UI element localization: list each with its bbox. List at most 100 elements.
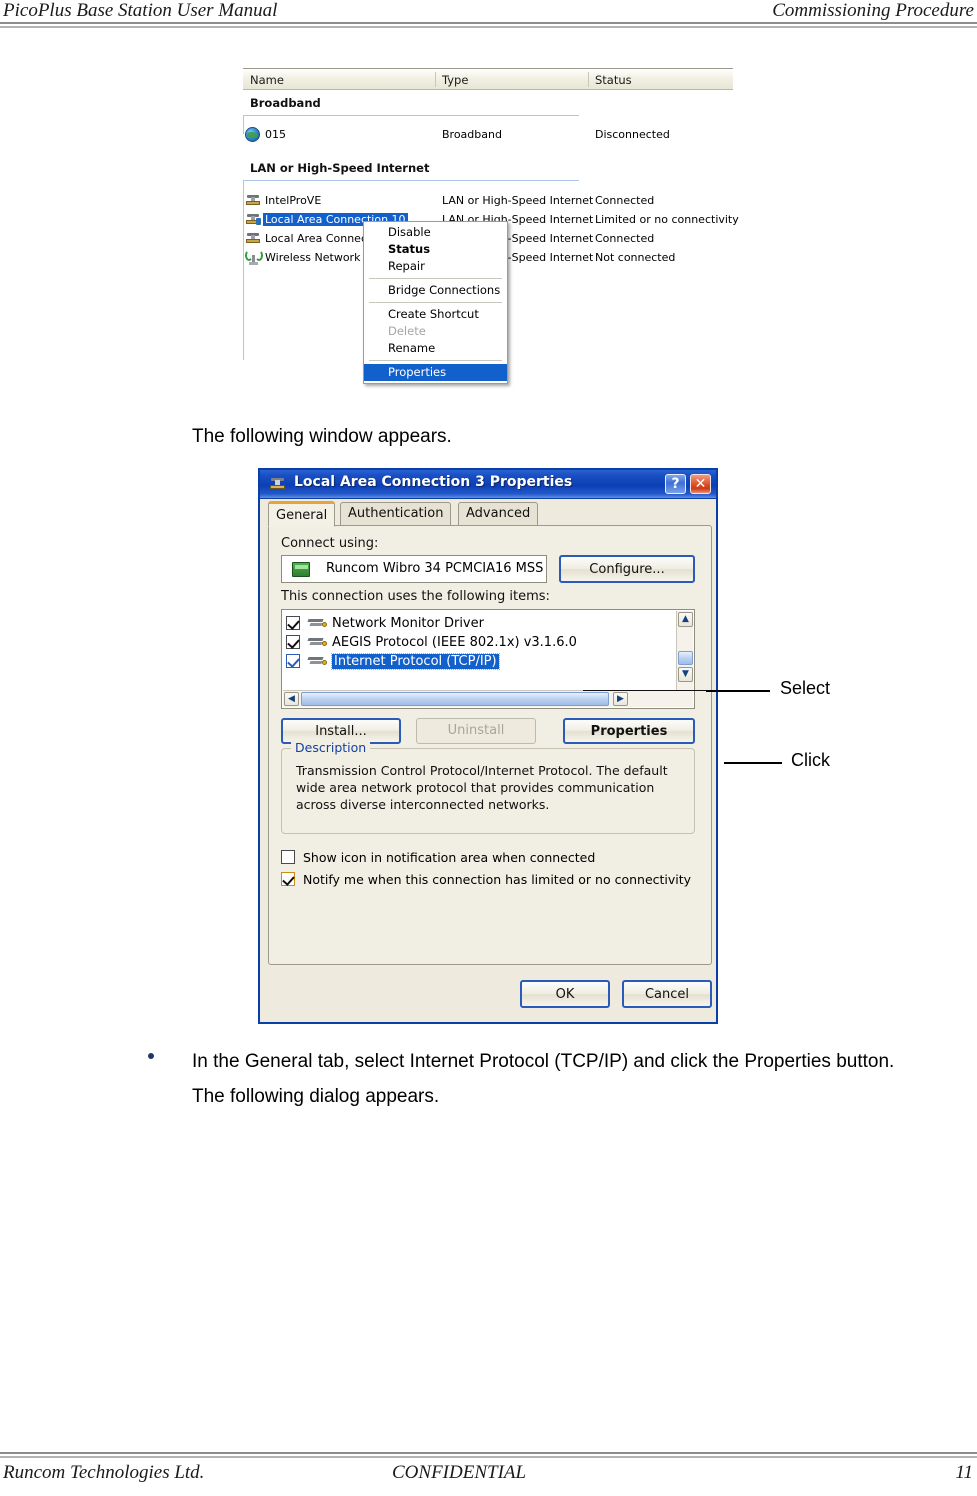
- header-rule: [0, 22, 977, 28]
- connect-using-label: Connect using:: [281, 536, 379, 551]
- dialog-button-row: OK Cancel: [268, 980, 712, 1014]
- connections-column-header: Name Type Status: [243, 68, 733, 90]
- connection-name: IntelProVE: [265, 194, 322, 207]
- menu-item-properties[interactable]: Properties: [364, 364, 507, 381]
- ok-button[interactable]: OK: [520, 980, 610, 1008]
- footer-company: Runcom Technologies Ltd.: [3, 1462, 205, 1483]
- checkbox-aegis-protocol[interactable]: [286, 635, 300, 649]
- lan-properties-dialog: Local Area Connection 3 Properties ? ✕ G…: [258, 468, 718, 1024]
- description-line-3: across diverse interconnected networks.: [296, 797, 550, 812]
- dialog-title-bar[interactable]: Local Area Connection 3 Properties ? ✕: [260, 470, 716, 499]
- scroll-right-icon[interactable]: ▶: [613, 692, 628, 706]
- checkbox-network-monitor-driver[interactable]: [286, 616, 300, 630]
- connection-status: Not connected: [595, 251, 676, 264]
- checkbox-show-icon-in-notification-area[interactable]: [281, 850, 295, 864]
- adapter-field: Runcom Wibro 34 PCMCIA16 MSS: [281, 555, 547, 583]
- description-groupbox: Description Transmission Control Protoco…: [281, 740, 695, 834]
- column-header-type[interactable]: Type: [442, 73, 468, 87]
- running-header: PicoPlus Base Station User Manual Commis…: [0, 0, 977, 24]
- properties-button[interactable]: Properties: [563, 718, 695, 744]
- connection-type: Broadband: [442, 128, 502, 141]
- listbox-horizontal-scrollbar[interactable]: ◀ ▶: [283, 690, 693, 707]
- click-leader-line: [724, 762, 782, 764]
- menu-separator: [369, 302, 502, 303]
- checkbox-notify-limited-connectivity[interactable]: [281, 872, 295, 886]
- menu-item-rename[interactable]: Rename: [364, 340, 507, 357]
- network-adapter-icon: [292, 562, 310, 577]
- list-item-label: Internet Protocol (TCP/IP): [331, 653, 500, 670]
- bullet-line-2: The following dialog appears.: [192, 1086, 440, 1107]
- wireless-icon: [245, 250, 263, 265]
- components-listbox[interactable]: Network Monitor Driver AEGIS Protocol (I…: [281, 609, 695, 709]
- protocol-icon: [307, 636, 328, 648]
- scroll-thumb-horizontal[interactable]: [301, 692, 609, 706]
- menu-item-bridge-connections[interactable]: Bridge Connections: [364, 282, 507, 299]
- uninstall-button: Uninstall: [416, 718, 536, 744]
- bullet-line-1: In the General tab, select Internet Prot…: [192, 1051, 895, 1072]
- adapter-name: Runcom Wibro 34 PCMCIA16 MSS: [326, 561, 544, 576]
- select-pointer-line: [583, 690, 708, 691]
- menu-item-create-shortcut[interactable]: Create Shortcut: [364, 306, 507, 323]
- column-header-name[interactable]: Name: [250, 73, 284, 87]
- scroll-left-icon[interactable]: ◀: [284, 692, 299, 706]
- description-text: Transmission Control Protocol/Internet P…: [296, 762, 684, 813]
- tab-authentication[interactable]: Authentication: [340, 502, 452, 526]
- protocol-icon: [307, 617, 328, 629]
- list-item-label: Network Monitor Driver: [332, 616, 484, 631]
- nic-connected-icon: [245, 213, 261, 227]
- general-tab-panel: Connect using: Runcom Wibro 34 PCMCIA16 …: [268, 525, 712, 965]
- header-right-text: Commissioning Procedure: [772, 0, 974, 21]
- description-line-1: Transmission Control Protocol/Internet P…: [296, 763, 668, 778]
- column-separator: [588, 72, 589, 87]
- scroll-down-icon[interactable]: ▼: [678, 667, 693, 682]
- connection-status: Disconnected: [595, 128, 670, 141]
- annotation-select: Select: [780, 678, 831, 698]
- globe-icon: [245, 127, 260, 142]
- items-label: This connection uses the following items…: [281, 589, 550, 604]
- menu-separator: [369, 278, 502, 279]
- close-icon[interactable]: ✕: [690, 474, 711, 494]
- list-item-selected[interactable]: Internet Protocol (TCP/IP): [286, 652, 656, 671]
- description-line-2: wide area network protocol that provides…: [296, 780, 655, 795]
- listbox-vertical-scrollbar[interactable]: ▲ ▼: [676, 611, 693, 690]
- connection-name: 015: [265, 128, 286, 141]
- list-item[interactable]: AEGIS Protocol (IEEE 802.1x) v3.1.6.0: [286, 633, 656, 652]
- configure-button[interactable]: Configure...: [559, 555, 695, 583]
- cancel-button[interactable]: Cancel: [622, 980, 712, 1008]
- group-divider: [243, 180, 579, 181]
- table-row[interactable]: IntelProVE LAN or High-Speed Internet Co…: [243, 192, 733, 210]
- menu-item-delete: Delete: [388, 324, 426, 338]
- group-divider: [243, 115, 579, 116]
- connection-status: Connected: [595, 232, 655, 245]
- running-footer: Runcom Technologies Ltd. CONFIDENTIAL 11: [0, 1462, 977, 1488]
- caption-following-window: The following window appears.: [192, 426, 452, 447]
- dialog-title: Local Area Connection 3 Properties: [294, 474, 573, 490]
- nic-icon: [245, 232, 261, 246]
- footer-classification: CONFIDENTIAL: [392, 1462, 527, 1483]
- tab-advanced[interactable]: Advanced: [458, 502, 539, 526]
- table-row[interactable]: 015 Broadband Disconnected: [243, 126, 733, 144]
- tab-general[interactable]: General: [268, 501, 336, 527]
- column-separator: [435, 72, 436, 87]
- connection-type: LAN or High-Speed Internet: [442, 194, 594, 207]
- bullet-icon: [148, 1053, 154, 1059]
- menu-item-status[interactable]: Status: [364, 241, 507, 258]
- menu-item-disable[interactable]: Disable: [364, 224, 507, 241]
- help-button[interactable]: ?: [665, 474, 686, 494]
- select-leader-line: [706, 690, 770, 692]
- manual-page: PicoPlus Base Station User Manual Commis…: [0, 0, 977, 1496]
- context-menu[interactable]: Disable Status Repair Bridge Connections…: [363, 221, 508, 384]
- show-icon-option-label: Show icon in notification area when conn…: [303, 850, 596, 865]
- checkbox-internet-protocol-tcpip[interactable]: [286, 654, 300, 668]
- header-left-text: PicoPlus Base Station User Manual: [3, 0, 278, 21]
- scroll-thumb-vertical[interactable]: [678, 651, 693, 665]
- group-header-lan: LAN or High-Speed Internet: [250, 161, 430, 175]
- menu-item-repair[interactable]: Repair: [364, 258, 507, 275]
- menu-separator: [369, 360, 502, 361]
- column-header-status[interactable]: Status: [595, 73, 632, 87]
- nic-icon: [245, 194, 261, 208]
- description-title: Description: [291, 740, 371, 755]
- list-item[interactable]: Network Monitor Driver: [286, 614, 656, 633]
- scroll-up-icon[interactable]: ▲: [678, 612, 693, 627]
- annotation-click: Click: [791, 750, 830, 770]
